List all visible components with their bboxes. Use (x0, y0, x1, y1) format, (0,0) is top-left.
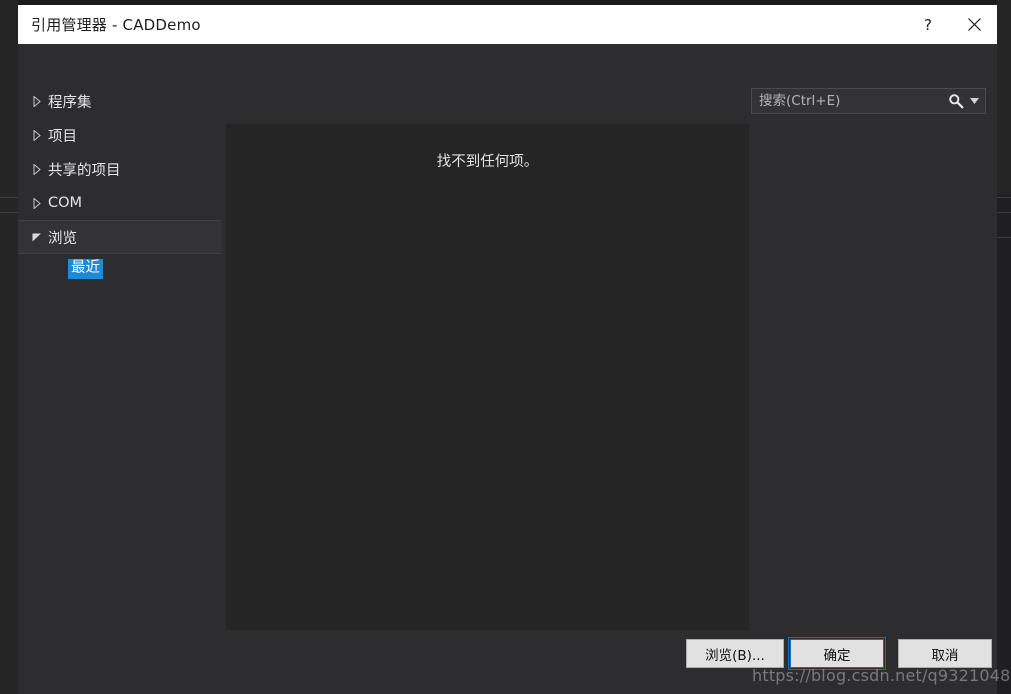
ok-button[interactable]: 确定 (788, 637, 886, 670)
sidebar-item-label: 项目 (48, 128, 77, 145)
chevron-right-icon (26, 95, 48, 107)
empty-state-message: 找不到任何项。 (436, 154, 539, 170)
background-divider-line (0, 197, 18, 198)
dialog-body: 程序集 项目 共享的项目 COM (18, 44, 997, 694)
dialog-title: 引用管理器 - CADDemo (31, 16, 201, 34)
results-list-panel[interactable]: 找不到任何项。 (226, 123, 749, 669)
sidebar-item-label: 程序集 (48, 94, 92, 111)
chevron-down-icon (26, 233, 48, 242)
background-divider-line (997, 212, 1011, 213)
background-divider-line (997, 197, 1011, 198)
sidebar-item-label: 最近 (68, 259, 103, 279)
background-divider-line (997, 237, 1011, 238)
dialog-footer: 浏览(B)... 确定 取消 (18, 630, 997, 694)
sidebar-item-browse[interactable]: 浏览 (18, 220, 221, 254)
question-mark-icon: ? (924, 15, 932, 34)
close-button[interactable] (951, 5, 997, 44)
browse-button[interactable]: 浏览(B)... (686, 639, 784, 668)
sidebar-item-label: 共享的项目 (48, 162, 121, 179)
search-input[interactable] (752, 93, 945, 109)
dialog-titlebar[interactable]: 引用管理器 - CADDemo ? (18, 5, 997, 44)
chevron-right-icon (26, 163, 48, 175)
background-right-panel (997, 195, 1011, 694)
help-button[interactable]: ? (905, 5, 951, 44)
search-icon[interactable] (945, 93, 967, 109)
sidebar-item-com[interactable]: COM (18, 186, 221, 220)
reference-manager-dialog: 引用管理器 - CADDemo ? 搜索(Ctrl+E) 程序集 项目 共享的项… (18, 5, 997, 694)
search-box[interactable] (751, 88, 986, 114)
category-tree: 程序集 项目 共享的项目 COM 浏览 最近 (18, 84, 221, 669)
sidebar-item-shared-projects[interactable]: 共享的项目 (18, 152, 221, 186)
background-divider-line (0, 212, 18, 213)
cancel-button[interactable]: 取消 (898, 639, 992, 668)
sidebar-item-label: COM (48, 195, 83, 211)
sidebar-item-label: 浏览 (48, 230, 77, 247)
sidebar-item-assemblies[interactable]: 程序集 (18, 84, 221, 118)
chevron-down-icon[interactable] (967, 98, 985, 104)
close-icon (967, 18, 981, 31)
titlebar-buttons: ? (905, 5, 997, 44)
background-left-strip (0, 0, 18, 694)
sidebar-item-projects[interactable]: 项目 (18, 118, 221, 152)
chevron-right-icon (26, 129, 48, 141)
chevron-right-icon (26, 197, 48, 209)
details-pane (749, 123, 997, 669)
sidebar-item-recent[interactable]: 最近 (18, 254, 221, 284)
